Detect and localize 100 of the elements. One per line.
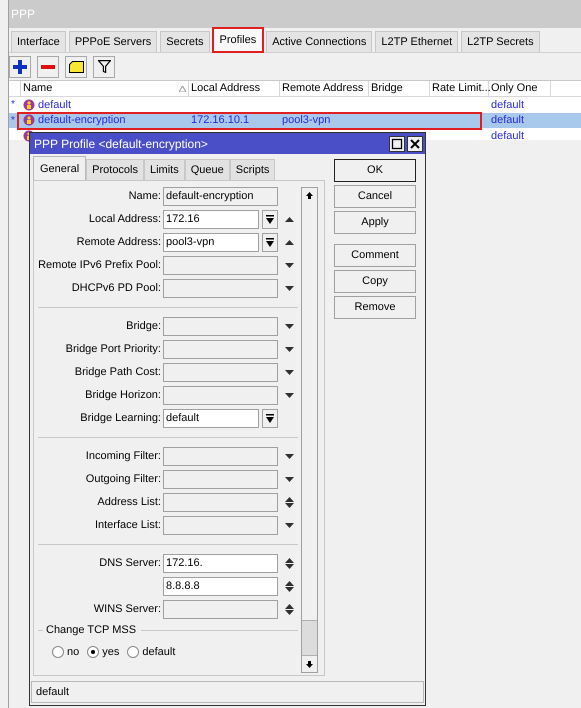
input-field[interactable]: default-encryption: [163, 187, 278, 206]
scrollbar-thumb[interactable]: [302, 620, 317, 656]
field-label: DHCPv6 PD Pool:: [72, 282, 161, 294]
input-field[interactable]: pool3-vpn: [163, 233, 260, 252]
down-arrow-icon[interactable]: [284, 263, 294, 268]
dropdown-button[interactable]: [262, 210, 278, 229]
group-title: Change TCP MSS: [46, 622, 136, 638]
tab[interactable]: Scripts: [230, 159, 276, 180]
input-field[interactable]: [163, 516, 278, 535]
filter-icon: [98, 60, 110, 73]
input-field[interactable]: [163, 256, 278, 275]
filter-button[interactable]: [93, 56, 115, 78]
input-field[interactable]: 172.16: [163, 210, 260, 229]
input-field[interactable]: 8.8.8.8: [163, 577, 278, 596]
dialog-button[interactable]: Cancel: [334, 185, 416, 208]
dialog-button[interactable]: OK: [334, 159, 416, 182]
down-arrow-icon[interactable]: [284, 286, 294, 291]
input-field[interactable]: [163, 447, 278, 466]
up-arrow-icon[interactable]: [284, 581, 294, 586]
down-arrow-icon[interactable]: [284, 523, 294, 528]
table-cell-text: pool3-vpn: [282, 113, 330, 128]
tab[interactable]: Queue: [184, 159, 230, 180]
table-cell-text: default: [491, 113, 524, 128]
column-header[interactable]: Rate Limit...: [430, 81, 489, 96]
dialog-title: PPP Profile <default-encryption>: [34, 136, 208, 152]
radio-option[interactable]: no: [52, 644, 80, 660]
column-header[interactable]: Name: [21, 81, 189, 96]
down-arrow-icon[interactable]: [284, 393, 294, 398]
up-arrow-icon[interactable]: [284, 217, 294, 222]
tab[interactable]: General: [33, 156, 86, 181]
up-arrow-icon[interactable]: [284, 497, 294, 502]
radio-option[interactable]: default: [127, 644, 176, 660]
column-header[interactable]: Bridge: [369, 81, 430, 96]
down-arrow-icon[interactable]: [284, 477, 294, 482]
radio-icon[interactable]: [87, 646, 100, 658]
profile-icon: [23, 114, 35, 126]
tab[interactable]: Limits: [144, 159, 185, 180]
tab[interactable]: PPPoE Servers: [68, 31, 158, 52]
input-field[interactable]: [163, 493, 278, 512]
scrollbar[interactable]: [301, 187, 318, 673]
remove-button[interactable]: [37, 56, 59, 78]
field-label: Incoming Filter:: [86, 450, 161, 462]
input-field[interactable]: [163, 340, 278, 359]
up-arrow-icon[interactable]: [284, 240, 294, 245]
column-header[interactable]: Remote Address: [280, 81, 369, 96]
up-arrow-icon[interactable]: [284, 604, 294, 609]
field-label: Name:: [128, 190, 161, 202]
input-field[interactable]: 172.16.: [163, 554, 278, 573]
dropdown-arrow-icon: [266, 238, 274, 247]
field-label: Bridge:: [126, 320, 161, 332]
note-button[interactable]: [65, 56, 87, 78]
down-arrow-icon[interactable]: [284, 347, 294, 352]
dialog-button[interactable]: Apply: [334, 211, 416, 234]
input-field[interactable]: [163, 386, 278, 405]
input-field[interactable]: [163, 600, 278, 619]
field-label: Bridge Port Priority:: [66, 343, 161, 356]
table-cell-text: default: [491, 98, 524, 112]
add-icon: [13, 60, 27, 74]
up-arrow-icon[interactable]: [284, 558, 294, 563]
down-arrow-icon[interactable]: [284, 324, 294, 329]
dropdown-button[interactable]: [262, 233, 278, 252]
tab[interactable]: Protocols: [86, 159, 144, 180]
input-field[interactable]: [163, 363, 278, 382]
dialog-button[interactable]: Copy: [334, 270, 416, 293]
input-field[interactable]: default: [163, 409, 260, 428]
radio-option[interactable]: yes: [87, 644, 120, 660]
down-arrow-icon[interactable]: [284, 587, 294, 592]
column-header[interactable]: Local Address: [189, 81, 280, 96]
down-arrow-icon[interactable]: [284, 564, 294, 569]
dialog-button[interactable]: Remove: [334, 296, 416, 319]
field-label: Remote IPv6 Prefix Pool:: [38, 259, 161, 272]
input-field[interactable]: [163, 470, 278, 489]
tab[interactable]: Interface: [11, 31, 66, 52]
column-header[interactable]: Only One: [489, 81, 551, 96]
radio-icon[interactable]: [52, 646, 64, 658]
add-button[interactable]: [9, 56, 31, 78]
dropdown-button[interactable]: [262, 409, 278, 428]
dialog-button[interactable]: Comment: [334, 244, 416, 267]
down-arrow-icon[interactable]: [284, 503, 294, 508]
down-arrow-icon[interactable]: [284, 370, 294, 375]
tab[interactable]: Profiles: [212, 28, 264, 52]
selected-row[interactable]: * default-encryption 172.16.10.1 pool3-vpn default: [9, 112, 581, 128]
input-field[interactable]: [163, 317, 278, 336]
table-cell-text: default-encryption: [38, 113, 126, 128]
maximize-icon[interactable]: [389, 136, 405, 152]
down-arrow-icon[interactable]: [284, 454, 294, 459]
field-label: Bridge Path Cost:: [74, 366, 161, 378]
input-field[interactable]: [163, 279, 278, 298]
down-arrow-icon[interactable]: [284, 610, 294, 615]
tab[interactable]: L2TP Secrets: [461, 31, 540, 52]
radio-icon[interactable]: [127, 646, 140, 658]
table-cell-text: default: [491, 128, 524, 144]
dropdown-arrow-icon: [266, 215, 274, 224]
field-label: DNS Server:: [99, 557, 161, 570]
tab[interactable]: L2TP Ethernet: [375, 31, 458, 52]
close-icon[interactable]: [407, 136, 423, 152]
tab[interactable]: Secrets: [160, 31, 210, 52]
tab[interactable]: Active Connections: [266, 31, 372, 52]
field-label: Bridge Horizon:: [85, 389, 161, 402]
field-label: Interface List:: [94, 519, 161, 532]
